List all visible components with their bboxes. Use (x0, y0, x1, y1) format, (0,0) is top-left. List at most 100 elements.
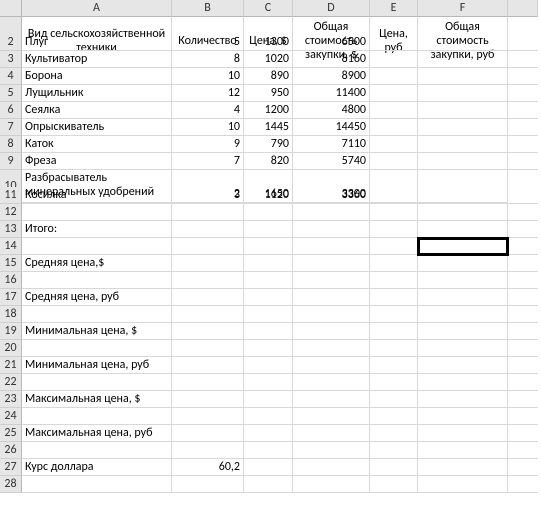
cell-C15[interactable] (244, 255, 293, 272)
cell-D21[interactable] (293, 357, 370, 374)
cell-E17[interactable] (370, 289, 418, 306)
row-header-21[interactable]: 21 (0, 357, 22, 374)
cell-C14[interactable] (244, 238, 293, 255)
cell-C26[interactable] (244, 442, 293, 459)
cell-C27[interactable] (244, 459, 293, 476)
cell-B16[interactable] (172, 272, 244, 289)
cell-D9[interactable]: 5740 (293, 153, 370, 170)
cell-F22[interactable] (418, 374, 508, 391)
cell-D24[interactable] (293, 408, 370, 425)
cell-E20[interactable] (370, 340, 418, 357)
cell-A5[interactable]: Лущильник (22, 85, 172, 102)
cell-E27[interactable] (370, 459, 418, 476)
row-header-27[interactable]: 27 (0, 459, 22, 476)
cell-B19[interactable] (172, 323, 244, 340)
cell-B8[interactable]: 9 (172, 136, 244, 153)
cell-A3[interactable]: Культиватор (22, 51, 172, 68)
cell-F14[interactable] (418, 238, 508, 255)
cell-F24[interactable] (418, 408, 508, 425)
spreadsheet-grid[interactable]: ABCDEF1Вид сельскохозяйственной техникиК… (0, 0, 541, 493)
cell-B24[interactable] (172, 408, 244, 425)
col-header-C[interactable]: C (244, 0, 293, 17)
cell-A2[interactable]: Плуг (22, 34, 172, 51)
cell-A13[interactable]: Итого: (22, 221, 172, 238)
cell-F5[interactable] (418, 85, 508, 102)
cell-B21[interactable] (172, 357, 244, 374)
cell-D23[interactable] (293, 391, 370, 408)
cell-E18[interactable] (370, 306, 418, 323)
row-header-8[interactable]: 8 (0, 136, 22, 153)
cell-C25[interactable] (244, 425, 293, 442)
row-header-9[interactable]: 9 (0, 153, 22, 170)
cell-A6[interactable]: Сеялка (22, 102, 172, 119)
cell-F3[interactable] (418, 51, 508, 68)
cell-C13[interactable] (244, 221, 293, 238)
cell-E23[interactable] (370, 391, 418, 408)
row-header-4[interactable]: 4 (0, 68, 22, 85)
cell-B14[interactable] (172, 238, 244, 255)
cell-A27[interactable]: Курс доллара (22, 459, 172, 476)
cell-D8[interactable]: 7110 (293, 136, 370, 153)
col-header-A[interactable]: A (22, 0, 172, 17)
cell-B27[interactable]: 60,2 (172, 459, 244, 476)
col-header-B[interactable]: B (172, 0, 244, 17)
cell-F23[interactable] (418, 391, 508, 408)
cell-C17[interactable] (244, 289, 293, 306)
cell-C21[interactable] (244, 357, 293, 374)
cell-C22[interactable] (244, 374, 293, 391)
cell-B20[interactable] (172, 340, 244, 357)
cell-B18[interactable] (172, 306, 244, 323)
cell-A14[interactable] (22, 238, 172, 255)
cell-A12[interactable] (22, 204, 172, 221)
cell-F13[interactable] (418, 221, 508, 238)
row-header-14[interactable]: 14 (0, 238, 22, 255)
cell-D5[interactable]: 11400 (293, 85, 370, 102)
cell-B11[interactable]: 3 (172, 187, 244, 204)
cell-F7[interactable] (418, 119, 508, 136)
cell-F19[interactable] (418, 323, 508, 340)
row-header-6[interactable]: 6 (0, 102, 22, 119)
cell-F17[interactable] (418, 289, 508, 306)
cell-C6[interactable]: 1200 (244, 102, 293, 119)
cell-E16[interactable] (370, 272, 418, 289)
cell-A26[interactable] (22, 442, 172, 459)
cell-A8[interactable]: Каток (22, 136, 172, 153)
cell-B17[interactable] (172, 289, 244, 306)
cell-C2[interactable]: 1300 (244, 34, 293, 51)
cell-D25[interactable] (293, 425, 370, 442)
cell-B3[interactable]: 8 (172, 51, 244, 68)
cell-D4[interactable]: 8900 (293, 68, 370, 85)
cell-F28[interactable] (418, 476, 508, 493)
cell-E5[interactable] (370, 85, 418, 102)
cell-C3[interactable]: 1020 (244, 51, 293, 68)
cell-E12[interactable] (370, 204, 418, 221)
cell-F4[interactable] (418, 68, 508, 85)
cell-C16[interactable] (244, 272, 293, 289)
cell-B7[interactable]: 10 (172, 119, 244, 136)
cell-D28[interactable] (293, 476, 370, 493)
cell-A17[interactable]: Средняя цена, руб (22, 289, 172, 306)
cell-A28[interactable] (22, 476, 172, 493)
cell-E24[interactable] (370, 408, 418, 425)
cell-F26[interactable] (418, 442, 508, 459)
cell-E9[interactable] (370, 153, 418, 170)
cell-B5[interactable]: 12 (172, 85, 244, 102)
cell-F8[interactable] (418, 136, 508, 153)
cell-F6[interactable] (418, 102, 508, 119)
cell-C23[interactable] (244, 391, 293, 408)
cell-B22[interactable] (172, 374, 244, 391)
cell-A21[interactable]: Минимальная цена, руб (22, 357, 172, 374)
row-header-16[interactable]: 16 (0, 272, 22, 289)
cell-B2[interactable]: 5 (172, 34, 244, 51)
cell-B13[interactable] (172, 221, 244, 238)
cell-D18[interactable] (293, 306, 370, 323)
cell-D12[interactable] (293, 204, 370, 221)
cell-D15[interactable] (293, 255, 370, 272)
cell-E7[interactable] (370, 119, 418, 136)
cell-D14[interactable] (293, 238, 370, 255)
cell-A20[interactable] (22, 340, 172, 357)
cell-D27[interactable] (293, 459, 370, 476)
cell-B6[interactable]: 4 (172, 102, 244, 119)
cell-B15[interactable] (172, 255, 244, 272)
cell-B9[interactable]: 7 (172, 153, 244, 170)
